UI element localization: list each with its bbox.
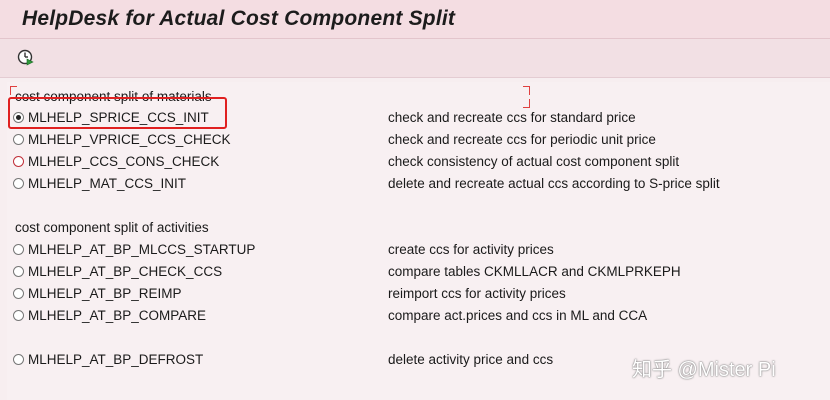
radio-button[interactable] [13,266,24,277]
option-row-at-bp-mlccs-startup[interactable]: MLHELP_AT_BP_MLCCS_STARTUP create ccs fo… [13,242,773,260]
radio-button[interactable] [13,178,24,189]
program-name: MLHELP_AT_BP_REIMP [28,286,182,301]
program-name: MLHELP_AT_BP_CHECK_CCS [28,264,223,279]
radio-button[interactable] [13,134,24,145]
program-name: MLHELP_MAT_CCS_INIT [28,176,187,191]
radio-button[interactable] [13,244,24,255]
window-title: HelpDesk for Actual Cost Component Split [22,7,456,30]
option-row-at-bp-reimp[interactable]: MLHELP_AT_BP_REIMP reimport ccs for acti… [13,286,773,304]
program-name: MLHELP_AT_BP_COMPARE [28,308,207,323]
program-description: compare tables CKMLLACR and CKMLPRKEPH [388,264,681,279]
program-description: reimport ccs for activity prices [388,286,566,301]
radio-button[interactable] [13,156,24,167]
program-name: MLHELP_VPRICE_CCS_CHECK [28,132,231,147]
execute-clock-icon[interactable] [16,48,34,66]
program-description: check consistency of actual cost compone… [388,154,680,169]
program-name: MLHELP_AT_BP_MLCCS_STARTUP [28,242,256,257]
radio-button[interactable] [13,354,24,365]
frame-corner-br [523,99,530,108]
program-description: check and recreate ccs for standard pric… [388,110,636,125]
program-description: delete and recreate actual ccs according… [388,176,720,191]
frame-corner-tr [523,86,530,95]
option-row-mat-ccs-init[interactable]: MLHELP_MAT_CCS_INIT delete and recreate … [13,176,773,194]
option-row-at-bp-check-ccs[interactable]: MLHELP_AT_BP_CHECK_CCS compare tables CK… [13,264,773,282]
section-activities-title: cost component split of activities [15,220,209,235]
radio-button[interactable] [13,310,24,321]
program-description: check and recreate ccs for periodic unit… [388,132,656,147]
program-name: MLHELP_AT_BP_DEFROST [28,352,204,367]
option-row-at-bp-compare[interactable]: MLHELP_AT_BP_COMPARE compare act.prices … [13,308,773,326]
watermark: 知乎 @Mister Pi [632,359,776,381]
radio-button[interactable] [13,288,24,299]
option-row-vprice-ccs-check[interactable]: MLHELP_VPRICE_CCS_CHECK check and recrea… [13,132,773,150]
application-toolbar [0,39,830,78]
program-description: create ccs for activity prices [388,242,554,257]
title-bar: HelpDesk for Actual Cost Component Split [0,0,830,39]
option-row-ccs-cons-check[interactable]: MLHELP_CCS_CONS_CHECK check consistency … [13,154,773,172]
program-description: compare act.prices and ccs in ML and CCA [388,308,648,323]
highlight-box [8,97,227,129]
program-description: delete activity price and ccs [388,352,554,367]
program-name: MLHELP_CCS_CONS_CHECK [28,154,220,169]
